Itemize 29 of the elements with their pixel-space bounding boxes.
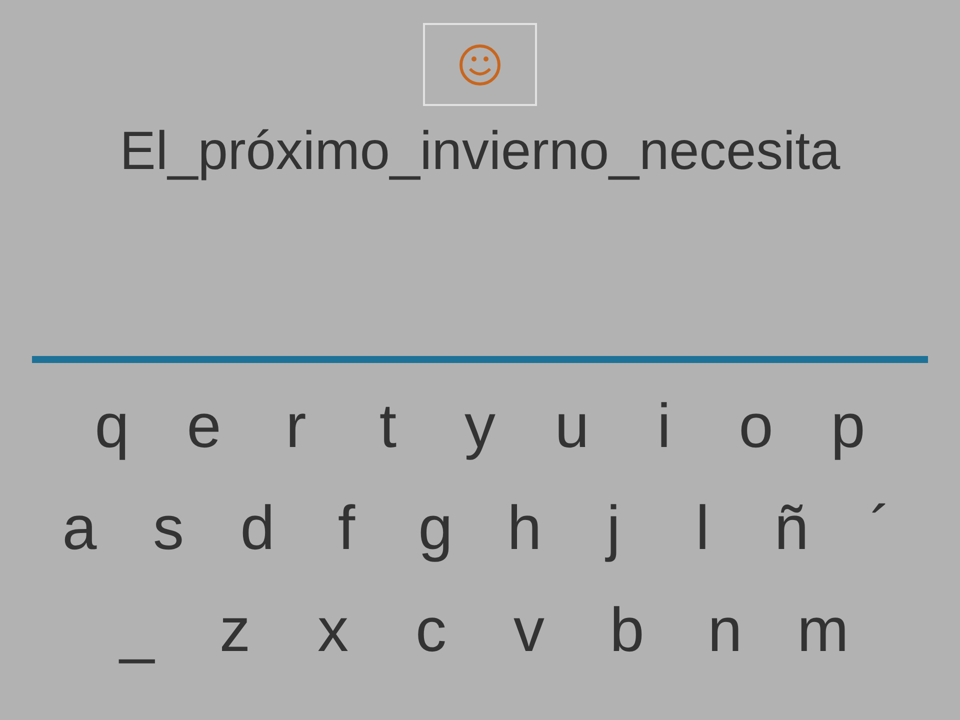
letter-key[interactable]: p xyxy=(802,391,894,463)
letter-key[interactable]: z xyxy=(186,595,284,667)
letter-key[interactable]: g xyxy=(391,493,480,565)
letter-key[interactable]: o xyxy=(710,391,802,463)
letter-key[interactable]: s xyxy=(124,493,213,565)
letter-key[interactable]: j xyxy=(569,493,658,565)
letter-key[interactable]: y xyxy=(434,391,526,463)
phrase-text: El_próximo_invierno_necesita xyxy=(120,124,840,178)
letter-key[interactable]: v xyxy=(480,595,578,667)
smiley-icon xyxy=(458,42,502,86)
letter-key[interactable]: e xyxy=(158,391,250,463)
letter-key[interactable]: n xyxy=(676,595,774,667)
letter-key[interactable]: x xyxy=(284,595,382,667)
letter-key[interactable]: f xyxy=(302,493,391,565)
letter-key[interactable]: q xyxy=(66,391,158,463)
letter-key[interactable]: u xyxy=(526,391,618,463)
letter-key[interactable]: b xyxy=(578,595,676,667)
letter-key[interactable]: c xyxy=(382,595,480,667)
letter-key[interactable]: ´ xyxy=(836,493,925,565)
letter-key[interactable]: l xyxy=(658,493,747,565)
letter-key[interactable]: ñ xyxy=(747,493,836,565)
letter-key[interactable]: a xyxy=(35,493,124,565)
letter-key[interactable]: r xyxy=(250,391,342,463)
letter-key[interactable]: t xyxy=(342,391,434,463)
letter-key[interactable]: h xyxy=(480,493,569,565)
letter-key[interactable]: m xyxy=(774,595,872,667)
letter-key[interactable]: d xyxy=(213,493,302,565)
letter-key[interactable]: _ xyxy=(88,595,186,667)
letter-key[interactable]: i xyxy=(618,391,710,463)
